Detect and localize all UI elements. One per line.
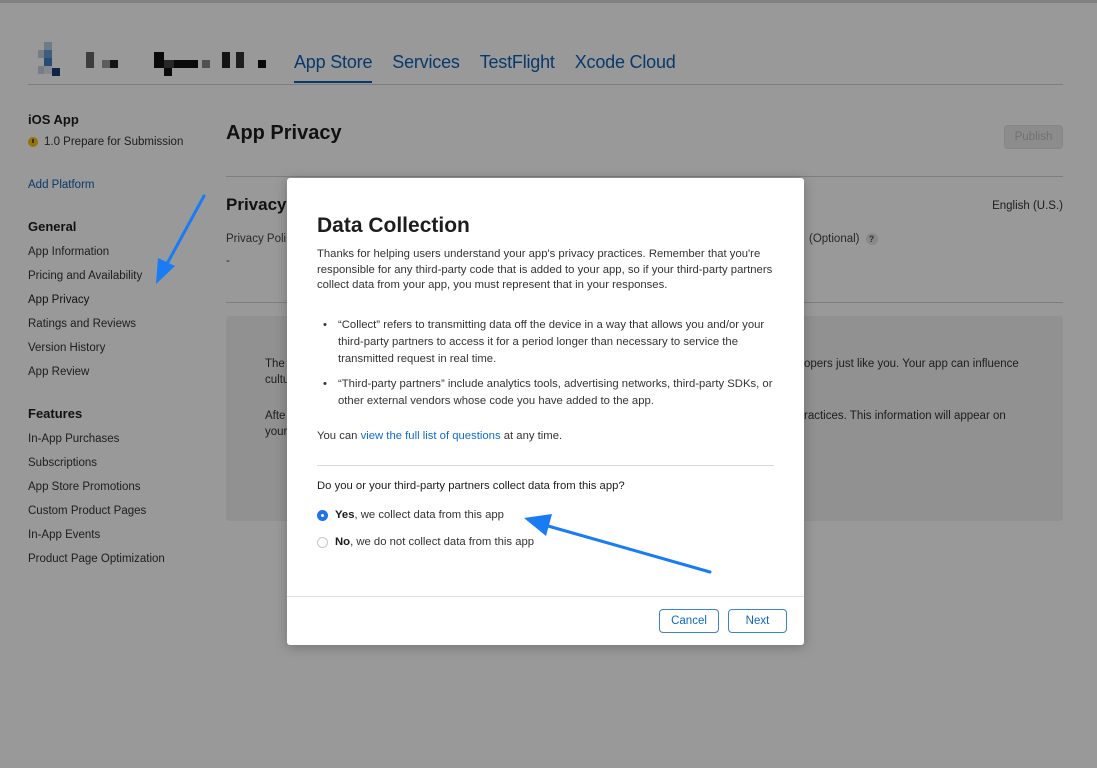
cancel-button[interactable]: Cancel (659, 609, 719, 633)
option-yes-bold: Yes (335, 509, 355, 521)
definition-list: “Collect” refers to transmitting data of… (317, 317, 777, 418)
data-collection-dialog: Data Collection Thanks for helping users… (287, 178, 804, 645)
radio-yes-selected[interactable] (317, 509, 328, 521)
full-list-suffix: at any time. (500, 430, 563, 442)
dialog-title: Data Collection (317, 214, 470, 237)
view-questions-link[interactable]: view the full list of questions (361, 430, 501, 442)
option-no-bold: No (335, 536, 351, 548)
option-no-label: No, we do not collect data from this app (335, 536, 534, 548)
next-button[interactable]: Next (728, 609, 787, 633)
definition-third-party: “Third-party partners” include analytics… (317, 376, 777, 410)
footer-divider (287, 596, 804, 597)
option-yes-label: Yes, we collect data from this app (335, 509, 504, 521)
definition-collect: “Collect” refers to transmitting data of… (317, 317, 777, 368)
option-yes[interactable]: Yes, we collect data from this app (317, 509, 504, 521)
dialog-divider (317, 465, 774, 466)
option-no-rest: , we do not collect data from this app (350, 536, 535, 548)
full-list-prefix: You can (317, 430, 361, 442)
collection-question: Do you or your third-party partners coll… (317, 480, 625, 492)
radio-no[interactable] (317, 536, 328, 548)
option-yes-rest: , we collect data from this app (354, 509, 504, 521)
full-list-text: You can view the full list of questions … (317, 430, 562, 442)
dialog-intro: Thanks for helping users understand your… (317, 248, 773, 292)
option-no[interactable]: No, we do not collect data from this app (317, 536, 534, 548)
